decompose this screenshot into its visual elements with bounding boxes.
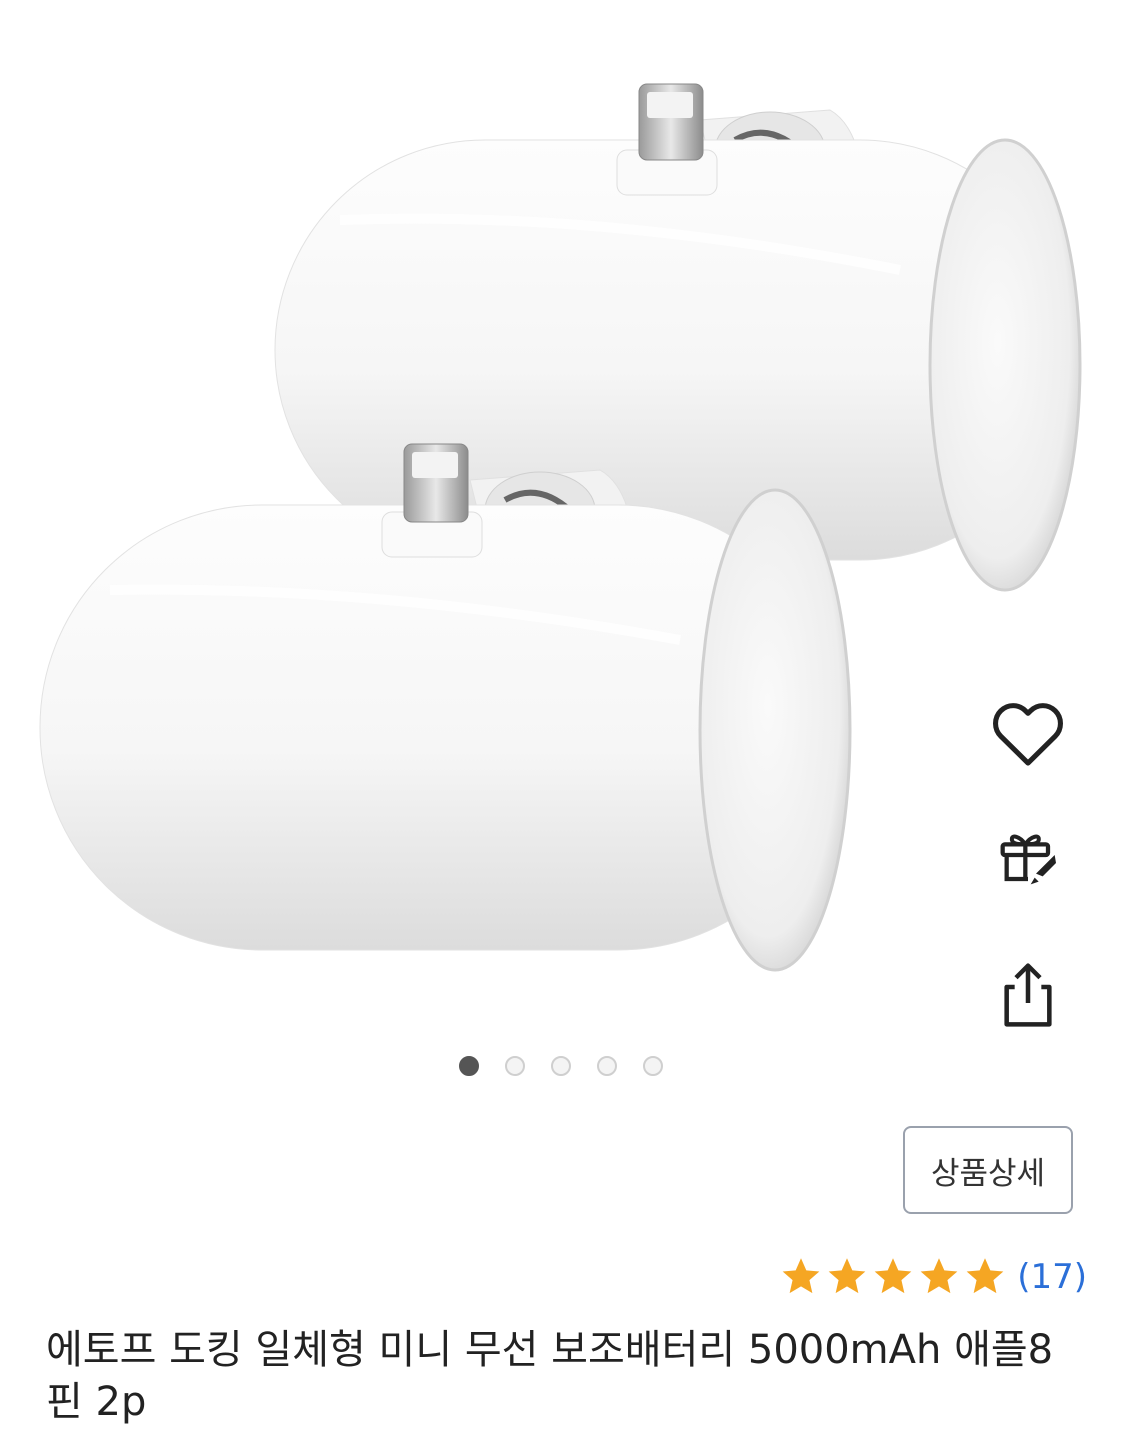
heart-icon [993,703,1063,766]
star-icon [966,1258,1004,1294]
product-title: 에토프 도킹 일체형 미니 무선 보조배터리 5000mAh 애플8핀 2p [46,1327,1054,1425]
share-button[interactable] [985,952,1071,1038]
star-icon [920,1258,958,1294]
star-rating [777,1255,1007,1299]
pagination-dot[interactable] [597,1056,617,1076]
gift-icon [1000,834,1056,885]
product-detail-button[interactable]: 상품상세 [903,1126,1073,1214]
gift-button[interactable] [985,812,1071,898]
product-gallery[interactable] [0,0,1123,1100]
pagination-dot[interactable] [643,1056,663,1076]
share-icon [1004,963,1052,1027]
rating-summary[interactable]: (17) [777,1250,1087,1304]
pagination-dot[interactable] [551,1056,571,1076]
star-icon [782,1258,820,1294]
star-icon [828,1258,866,1294]
review-count[interactable]: (17) [1017,1257,1087,1297]
star-icon [874,1258,912,1294]
pagination-dot[interactable] [505,1056,525,1076]
wishlist-button[interactable] [985,690,1071,776]
gallery-pagination [0,1052,1123,1080]
product-image [39,83,1082,972]
pagination-dot[interactable] [459,1056,479,1076]
